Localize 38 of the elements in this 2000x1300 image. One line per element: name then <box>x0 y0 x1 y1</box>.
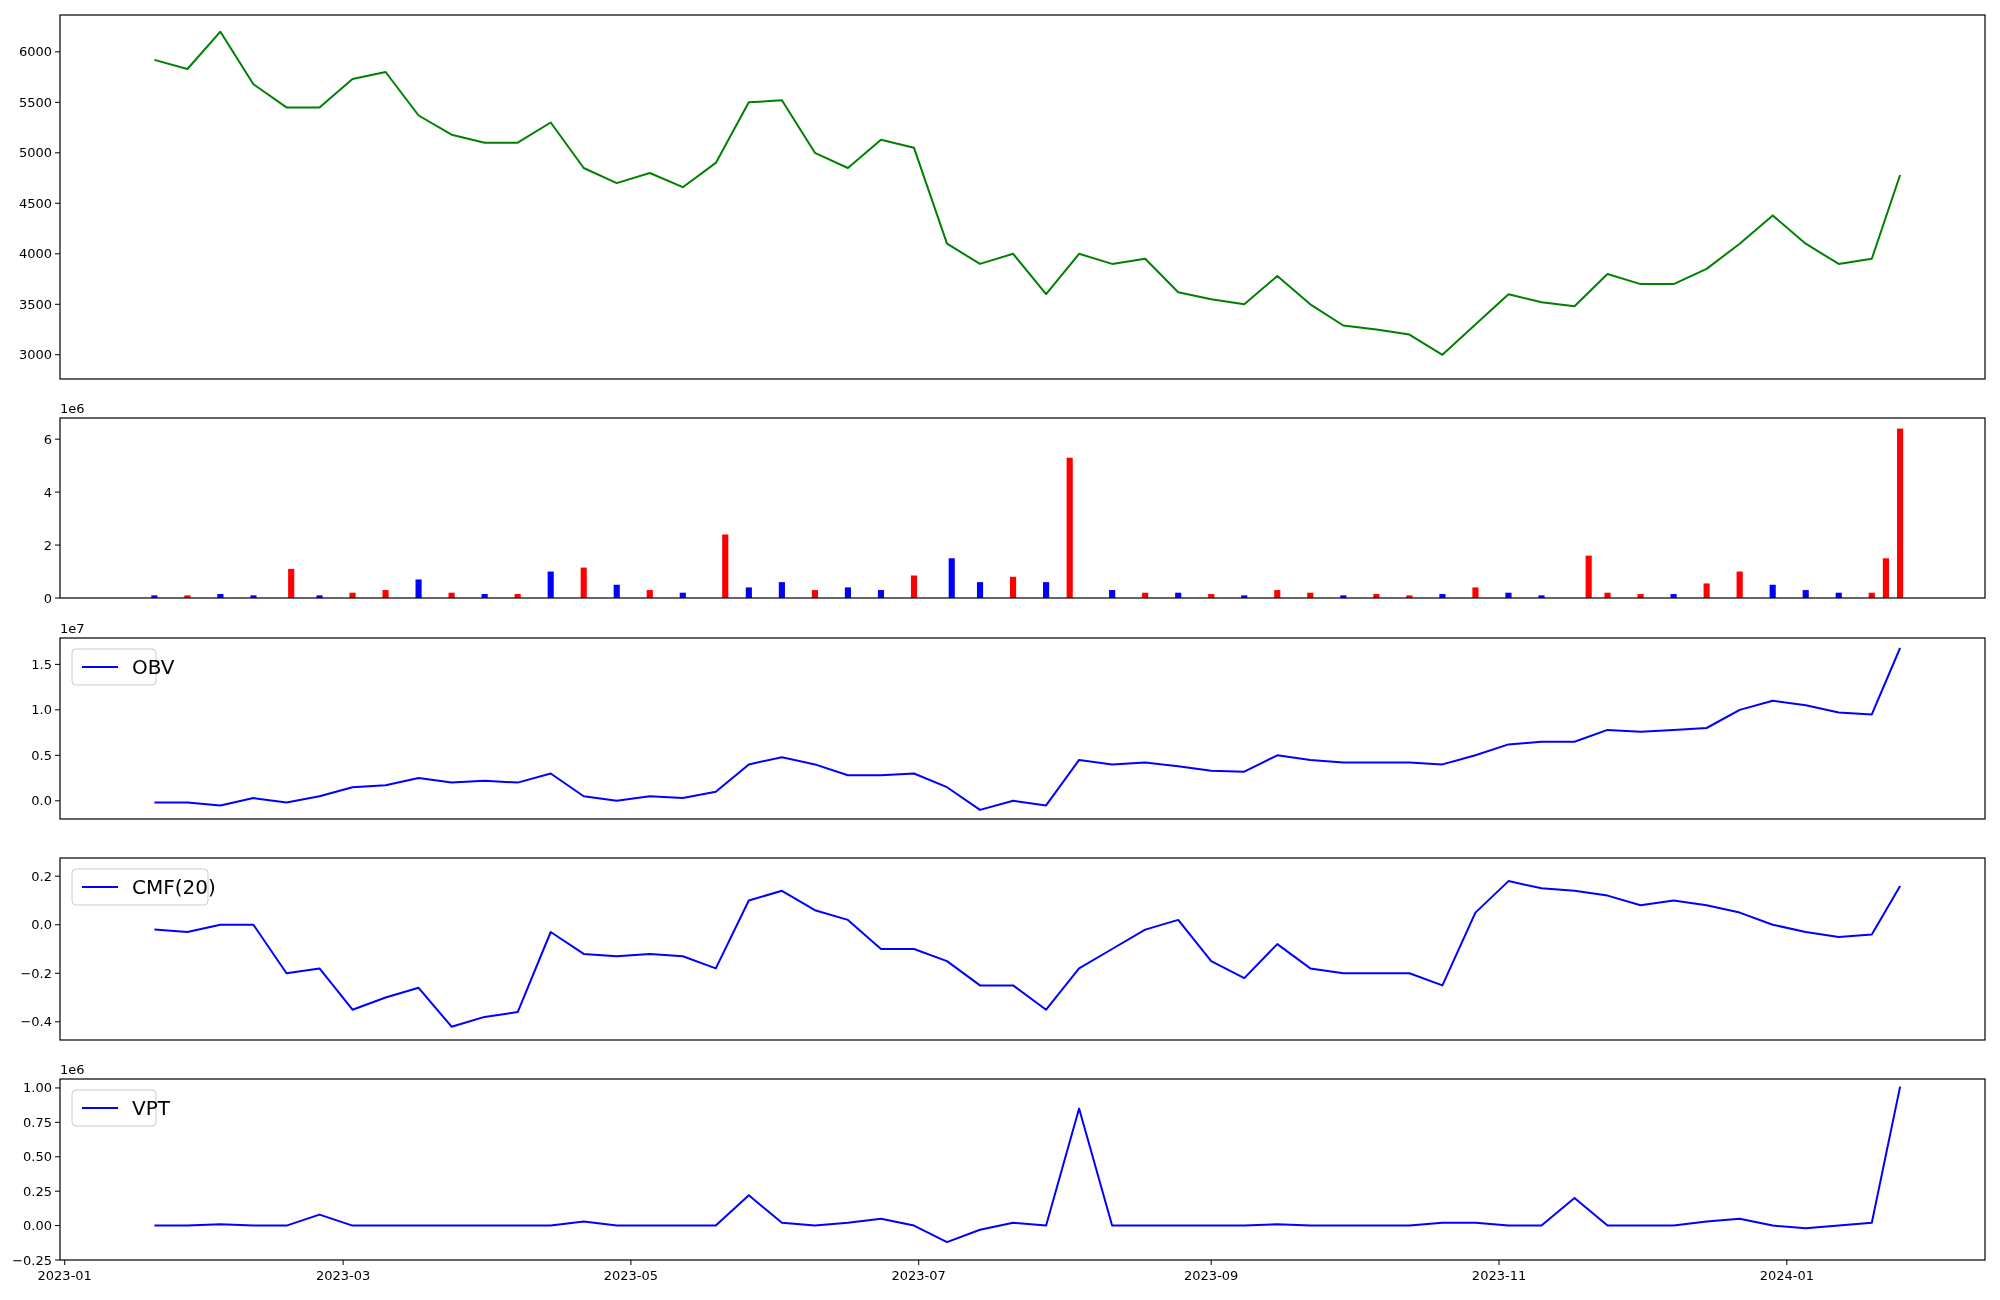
x-tick-label: 2023-01 <box>37 1268 92 1283</box>
y-tick-label: 5000 <box>18 145 52 161</box>
y-tick-label: 4 <box>43 484 52 500</box>
y-tick-label: 1.0 <box>31 702 52 718</box>
legend-label: CMF(20) <box>132 875 216 899</box>
axis-offset-label: 1e6 <box>60 401 85 416</box>
x-tick-label: 2023-03 <box>315 1268 371 1283</box>
y-tick-label: 4000 <box>18 246 52 262</box>
y-tick-label: 0.00 <box>23 1218 52 1234</box>
x-tick-label: 2023-09 <box>1184 1268 1239 1283</box>
y-tick-label: 0.75 <box>23 1114 52 1130</box>
y-tick-label: 3000 <box>18 347 52 363</box>
y-tick-label: 3500 <box>18 296 52 312</box>
y-tick-label: 2 <box>43 537 52 553</box>
legend-label: OBV <box>132 655 175 679</box>
x-tick-label: 2023-05 <box>603 1268 659 1283</box>
y-tick-label: 0.0 <box>31 793 52 809</box>
y-tick-label: 1.5 <box>31 656 52 672</box>
y-tick-label: 0.2 <box>31 868 52 884</box>
y-tick-label: 0.5 <box>31 747 52 763</box>
y-tick-label: 5500 <box>18 94 52 110</box>
y-tick-label: 0.50 <box>23 1149 52 1165</box>
y-tick-label: 0 <box>43 590 52 606</box>
axis-offset-label: 1e7 <box>60 621 85 636</box>
x-tick-label: 2023-11 <box>1471 1268 1527 1283</box>
x-tick-label: 2023-07 <box>891 1268 946 1283</box>
y-tick-label: −0.2 <box>20 965 52 981</box>
y-tick-label: 6000 <box>18 44 52 60</box>
y-tick-label: −0.4 <box>20 1014 52 1030</box>
y-tick-label: 0.0 <box>31 917 52 933</box>
legend-label: VPT <box>132 1096 170 1120</box>
y-tick-label: 0.25 <box>23 1183 52 1199</box>
y-tick-label: 1.00 <box>23 1080 52 1096</box>
x-tick-label: 2024-01 <box>1759 1268 1814 1283</box>
y-tick-label: 4500 <box>18 195 52 211</box>
axis-offset-label: 1e6 <box>60 1062 85 1077</box>
y-tick-label: −0.25 <box>12 1252 52 1268</box>
y-tick-label: 6 <box>43 431 52 447</box>
